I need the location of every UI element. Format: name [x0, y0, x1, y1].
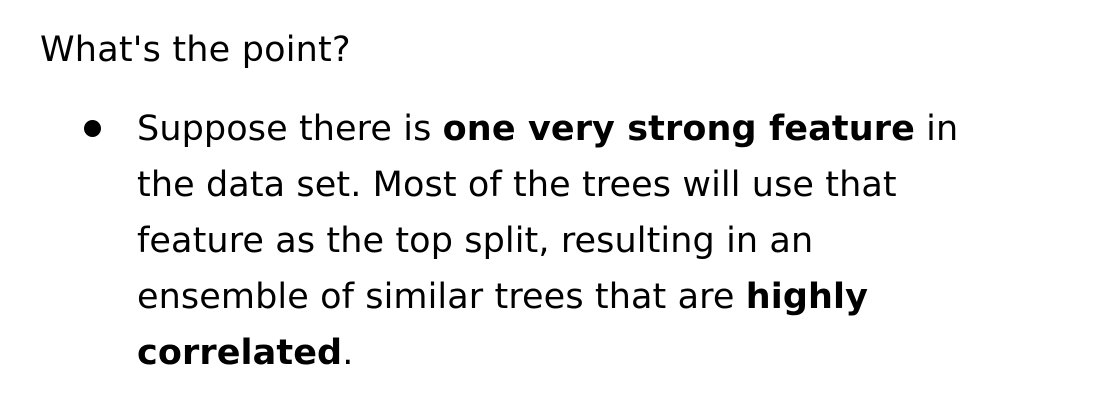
bullet-line-3: feature as the top split, resulting in a…: [137, 213, 1097, 269]
text-run: ensemble of similar trees that are: [137, 277, 746, 317]
text-run: in: [914, 109, 959, 149]
bullet-point-icon: [84, 120, 101, 137]
bullet-line-4: ensemble of similar trees that are highl…: [137, 269, 1097, 325]
bullet-line-2: the data set. Most of the trees will use…: [137, 157, 1097, 213]
text-run: Suppose there is: [137, 109, 443, 149]
text-run: feature as the top split, resulting in a…: [137, 221, 814, 261]
bullet-line-5: correlated.: [137, 325, 1097, 381]
text-run: the data set. Most of the trees will use…: [137, 165, 897, 205]
text-run: .: [342, 333, 354, 373]
bold-text-run: one very strong feature: [442, 109, 915, 149]
bullet-line-1: Suppose there is one very strong feature…: [137, 101, 1097, 157]
slide-heading: What's the point?: [40, 30, 351, 70]
bold-text-run: highly: [745, 277, 868, 317]
bold-text-run: correlated: [137, 333, 343, 373]
slide: What's the point? Suppose there is one v…: [0, 0, 1110, 408]
bullet-text: Suppose there is one very strong feature…: [137, 101, 1097, 381]
